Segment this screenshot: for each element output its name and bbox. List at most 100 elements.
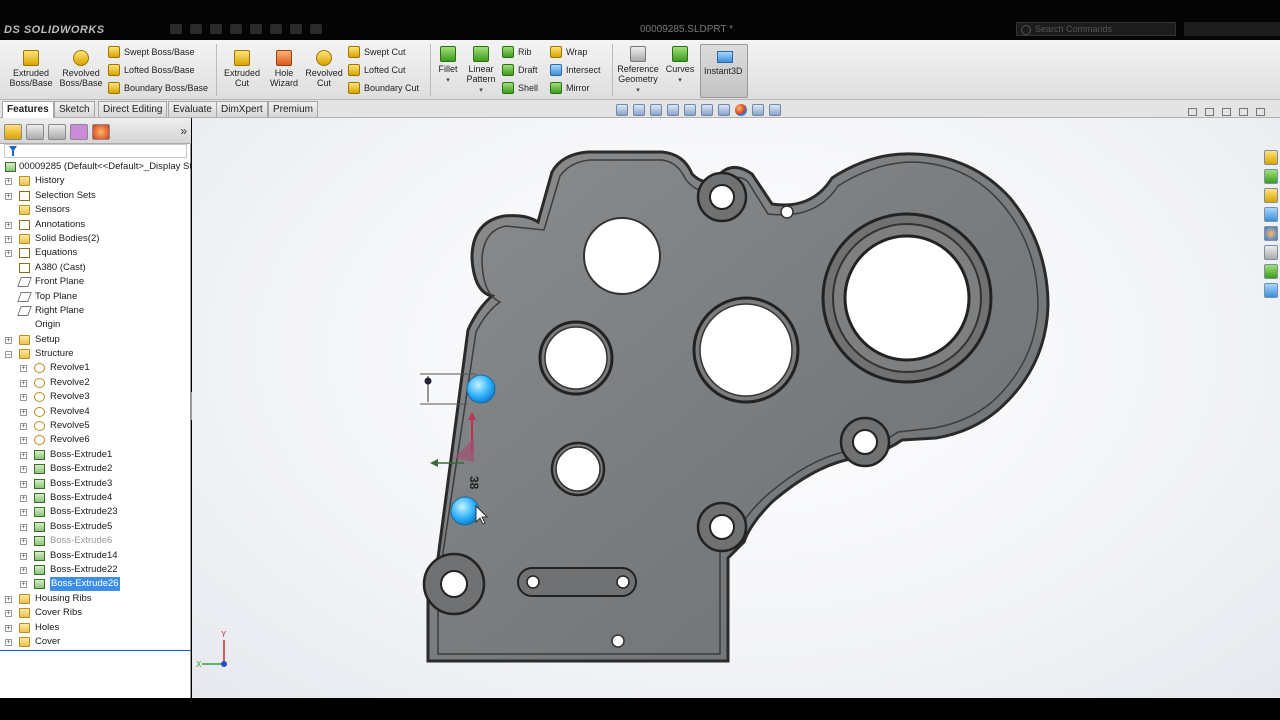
expand-toggle-icon[interactable]: + — [20, 566, 27, 574]
tree-item-boss-extrude26[interactable]: + Boss-Extrude26 — [0, 577, 191, 592]
hide-show-items-icon[interactable] — [718, 104, 730, 116]
expand-toggle-icon[interactable]: + — [20, 480, 27, 488]
print-icon[interactable] — [230, 24, 242, 34]
expand-toggle-icon[interactable]: + — [20, 423, 27, 431]
small-hole-bottom[interactable] — [611, 634, 625, 648]
tab-features[interactable]: Features — [2, 101, 54, 118]
boundary-cut-button[interactable]: Boundary Cut — [348, 80, 419, 96]
solidworks-resources-icon[interactable] — [1264, 150, 1278, 165]
curves-dropdown-icon[interactable]: ▾ — [678, 76, 682, 86]
tree-item-revolve5[interactable]: + Revolve5 — [0, 419, 191, 433]
extruded-boss-button[interactable]: Extruded Boss/Base — [8, 50, 54, 88]
lofted-cut-button[interactable]: Lofted Cut — [348, 62, 406, 78]
draft-button[interactable]: Draft — [502, 62, 538, 78]
revolved-boss-button[interactable]: Revolved Boss/Base — [58, 50, 104, 88]
appearances-icon[interactable] — [1264, 226, 1278, 241]
tree-item-boss-extrude4[interactable]: + Boss-Extrude4 — [0, 491, 191, 505]
expand-toggle-icon[interactable]: + — [20, 466, 27, 474]
tree-item-origin[interactable]: Origin — [0, 318, 191, 332]
display-manager-tab-icon[interactable] — [92, 124, 110, 140]
tree-item-annotations[interactable]: + Annotations — [0, 218, 191, 232]
tree-item-selection-sets[interactable]: + Selection Sets — [0, 189, 191, 203]
tree-item-cover[interactable]: + Cover — [0, 635, 191, 649]
tree-root-part[interactable]: 00009285 (Default<<Default>_Display St — [0, 160, 192, 174]
search-commands-input[interactable]: Search Commands — [1016, 22, 1176, 36]
expand-toggle-icon[interactable]: + — [20, 394, 27, 402]
tree-item-boss-extrude22[interactable]: + Boss-Extrude22 — [0, 563, 191, 577]
dimxpert-manager-tab-icon[interactable] — [70, 124, 88, 140]
design-library-icon[interactable] — [1264, 169, 1278, 184]
view-settings-icon[interactable] — [769, 104, 781, 116]
mirror-button[interactable]: Mirror — [550, 80, 590, 96]
linear-pattern-button[interactable]: Linear Pattern ▾ — [464, 46, 498, 96]
rib-button[interactable]: Rib — [502, 44, 532, 60]
help-area[interactable] — [1184, 22, 1280, 36]
undo-icon[interactable] — [250, 24, 262, 34]
drag-handle-bottom[interactable] — [450, 496, 480, 526]
expand-toggle-icon[interactable]: – — [5, 351, 12, 359]
tree-item-boss-extrude2[interactable]: + Boss-Extrude2 — [0, 462, 191, 476]
close-icon[interactable] — [1256, 108, 1265, 116]
drag-handle-top[interactable] — [466, 374, 496, 404]
tree-item-revolve3[interactable]: + Revolve3 — [0, 390, 191, 404]
expand-toggle-icon[interactable]: + — [20, 451, 27, 459]
tree-item-history[interactable]: + History — [0, 174, 191, 188]
tree-item-front-plane[interactable]: Front Plane — [0, 275, 191, 289]
dimension-value[interactable]: 38 — [467, 476, 481, 490]
tree-item-equations[interactable]: + Equations — [0, 246, 191, 260]
tab-evaluate[interactable]: Evaluate — [168, 101, 217, 117]
expand-toggle-icon[interactable]: + — [20, 379, 27, 387]
tree-item-revolve4[interactable]: + Revolve4 — [0, 405, 191, 419]
expand-toggle-icon[interactable]: + — [20, 408, 27, 416]
view-palette-icon[interactable] — [1264, 207, 1278, 222]
expand-toggle-icon[interactable]: + — [20, 538, 27, 546]
small-hole-top[interactable] — [780, 205, 794, 219]
intersect-button[interactable]: Intersect — [550, 62, 601, 78]
expand-toggle-icon[interactable]: + — [5, 192, 12, 200]
tree-item-boss-extrude23[interactable]: + Boss-Extrude23 — [0, 505, 191, 519]
tree-filter-input[interactable] — [4, 144, 187, 158]
tab-direct-editing[interactable]: Direct Editing — [98, 101, 168, 117]
new-icon[interactable] — [170, 24, 182, 34]
expand-toggle-icon[interactable]: + — [5, 336, 12, 344]
tree-item-boss-extrude14[interactable]: + Boss-Extrude14 — [0, 549, 191, 563]
cover-plate-part[interactable] — [422, 150, 1050, 663]
tab-dimxpert[interactable]: DimXpert — [216, 101, 268, 117]
tab-sketch[interactable]: Sketch — [54, 101, 95, 117]
tree-item-revolve2[interactable]: + Revolve2 — [0, 376, 191, 390]
swept-boss-button[interactable]: Swept Boss/Base — [108, 44, 195, 60]
quick-access-toolbar[interactable] — [170, 24, 322, 34]
dimension-point[interactable] — [424, 377, 432, 385]
maximize-icon[interactable] — [1239, 108, 1248, 116]
expand-toggle-icon[interactable]: + — [5, 178, 12, 186]
rebuild-icon[interactable] — [290, 24, 302, 34]
chevron-right-icon[interactable]: » — [180, 124, 187, 138]
revolved-cut-button[interactable]: Revolved Cut — [302, 50, 346, 88]
tree-item-housing-ribs[interactable]: + Housing Ribs — [0, 592, 191, 606]
reference-geometry-button[interactable]: Reference Geometry ▾ — [614, 46, 662, 96]
open-icon[interactable] — [190, 24, 202, 34]
expand-toggle-icon[interactable]: + — [5, 624, 12, 632]
zoom-to-area-icon[interactable] — [633, 104, 645, 116]
tab-premium[interactable]: Premium — [268, 101, 319, 117]
property-manager-tab-icon[interactable] — [26, 124, 44, 140]
previous-view-icon[interactable] — [650, 104, 662, 116]
feature-manager-tab-icon[interactable] — [4, 124, 22, 140]
tree-item-right-plane[interactable]: Right Plane — [0, 304, 191, 318]
file-explorer-icon[interactable] — [1264, 188, 1278, 203]
swept-cut-button[interactable]: Swept Cut — [348, 44, 406, 60]
graphics-area[interactable]: 38 Y X — [192, 118, 1280, 698]
apply-scene-icon[interactable] — [752, 104, 764, 116]
tree-item-structure[interactable]: – Structure — [0, 347, 191, 361]
expand-toggle-icon[interactable]: + — [20, 437, 27, 445]
tree-item-top-plane[interactable]: Top Plane — [0, 290, 191, 304]
tree-item-revolve1[interactable]: + Revolve1 — [0, 361, 191, 375]
expand-toggle-icon[interactable]: + — [20, 494, 27, 502]
reference-geometry-dropdown-icon[interactable]: ▾ — [636, 86, 640, 96]
tree-item-boss-extrude5[interactable]: + Boss-Extrude5 — [0, 520, 191, 534]
fillet-dropdown-icon[interactable]: ▾ — [446, 76, 450, 86]
shell-button[interactable]: Shell — [502, 80, 538, 96]
curves-button[interactable]: Curves ▾ — [664, 46, 696, 86]
options-icon[interactable] — [310, 24, 322, 34]
expand-toggle-icon[interactable]: + — [5, 235, 12, 243]
